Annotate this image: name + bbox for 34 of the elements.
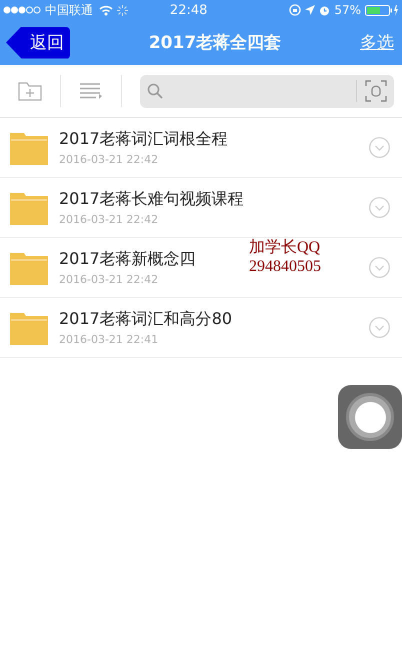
folder-name[interactable]: 2017老蒋长难句视频课程 bbox=[59, 189, 244, 210]
chevron-down-icon[interactable] bbox=[369, 137, 390, 158]
search-icon bbox=[147, 83, 163, 99]
chevron-down-icon[interactable] bbox=[369, 317, 390, 338]
folder-icon bbox=[10, 190, 48, 224]
search-field[interactable] bbox=[140, 74, 394, 108]
assistive-touch-button[interactable] bbox=[338, 385, 402, 449]
chevron-down-icon[interactable] bbox=[369, 197, 390, 218]
sort-list-icon[interactable] bbox=[79, 82, 103, 100]
back-button[interactable]: 返回 bbox=[6, 26, 70, 58]
spinner-icon bbox=[117, 4, 128, 16]
signal-icon bbox=[3, 6, 41, 14]
wifi-icon bbox=[99, 4, 113, 16]
location-icon bbox=[305, 5, 316, 15]
folder-icon bbox=[10, 310, 48, 344]
chevron-down-icon[interactable] bbox=[369, 257, 390, 278]
face-scan-icon[interactable] bbox=[365, 80, 387, 102]
page-title: 2017老蒋全四套 bbox=[148, 32, 282, 54]
carrier-name: 中国联通 bbox=[45, 2, 93, 18]
folder-name[interactable]: 2017老蒋词汇词根全程 bbox=[59, 129, 228, 150]
folder-icon bbox=[10, 250, 48, 284]
folder-icon bbox=[10, 130, 48, 164]
folder-name[interactable]: 2017老蒋词汇和高分80 bbox=[59, 309, 232, 330]
folder-date: 2016-03-21 22:42 bbox=[59, 213, 158, 226]
battery-percent: 57% bbox=[334, 3, 361, 17]
folder-date: 2016-03-21 22:42 bbox=[59, 273, 158, 286]
folder-date: 2016-03-21 22:42 bbox=[59, 153, 158, 166]
overlay-note: 加学长QQ 294840505 bbox=[249, 238, 321, 276]
alarm-icon bbox=[319, 4, 330, 16]
battery-icon bbox=[365, 4, 399, 16]
folder-date: 2016-03-21 22:41 bbox=[59, 333, 158, 346]
new-folder-icon[interactable] bbox=[18, 82, 42, 100]
clock-time: 22:48 bbox=[168, 2, 208, 18]
folder-name[interactable]: 2017老蒋新概念四 bbox=[59, 249, 196, 270]
